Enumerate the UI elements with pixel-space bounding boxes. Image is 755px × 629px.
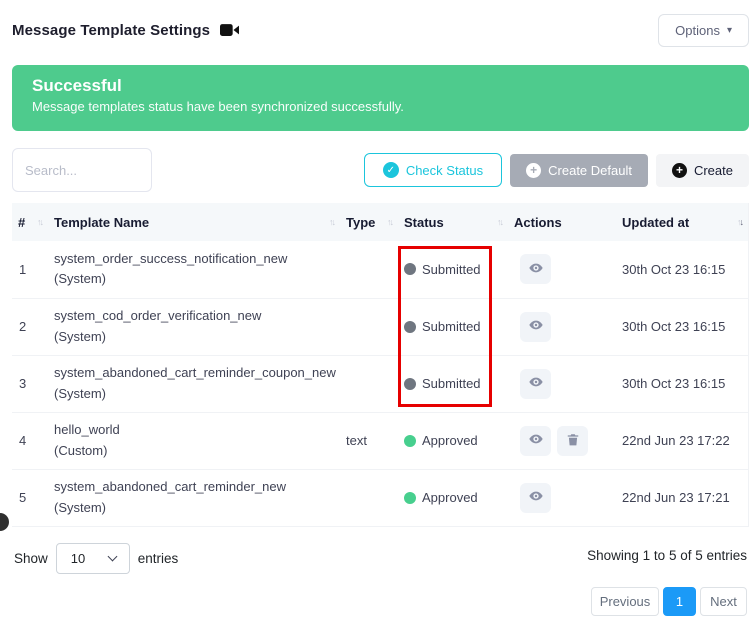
plus-circle-icon: + <box>672 163 687 178</box>
row-index: 2 <box>12 298 48 355</box>
template-name: system_order_success_notification_new(Sy… <box>54 249 334 289</box>
templates-table-wrap: # ↑↓ Template Name ↑↓ Type ↑↓ Status ↑↓ <box>12 203 749 527</box>
create-default-button[interactable]: + Create Default <box>510 154 648 187</box>
template-type <box>340 469 398 526</box>
options-button-label: Options <box>675 23 720 38</box>
template-type <box>340 355 398 412</box>
view-button[interactable] <box>520 426 551 456</box>
page-size-control: Show 10 entries <box>14 543 178 574</box>
column-header-type[interactable]: Type ↑↓ <box>340 203 398 241</box>
column-header-actions: Actions <box>508 203 616 241</box>
create-label: Create <box>694 163 733 178</box>
updated-at: 22nd Jun 23 17:22 <box>616 412 748 469</box>
view-button[interactable] <box>520 254 551 284</box>
template-type <box>340 241 398 298</box>
template-name: system_abandoned_cart_reminder_coupon_ne… <box>54 363 334 403</box>
create-button[interactable]: + Create <box>656 154 749 187</box>
pagination: Previous 1 Next <box>12 587 749 616</box>
table-row: 4 hello_world(Custom) text Approved 22nd… <box>12 412 748 469</box>
plus-circle-icon: + <box>526 163 541 178</box>
status-badge: Approved <box>404 490 502 505</box>
templates-table: # ↑↓ Template Name ↑↓ Type ↑↓ Status ↑↓ <box>12 203 748 527</box>
status-dot-icon <box>404 492 416 504</box>
sort-icon[interactable]: ↑↓ <box>329 217 334 227</box>
create-default-label: Create Default <box>548 163 632 178</box>
status-badge: Submitted <box>404 376 502 391</box>
view-button[interactable] <box>520 483 551 513</box>
updated-at: 22nd Jun 23 17:21 <box>616 469 748 526</box>
success-alert-message: Message templates status have been synch… <box>32 99 729 114</box>
title-wrap: Message Template Settings <box>12 22 239 39</box>
chevron-down-icon <box>107 551 117 561</box>
search-input[interactable] <box>12 148 152 192</box>
caret-down-icon: ▾ <box>727 25 732 36</box>
sort-icon[interactable]: ↑↓ <box>737 217 742 227</box>
status-dot-icon <box>404 435 416 447</box>
row-index: 5 <box>12 469 48 526</box>
page-size-select[interactable]: 10 <box>56 543 130 574</box>
status-dot-icon <box>404 263 416 275</box>
column-header-template-name[interactable]: Template Name ↑↓ <box>48 203 340 241</box>
next-page-button[interactable]: Next <box>700 587 747 616</box>
message-template-settings-page: Message Template Settings Options ▾ Succ… <box>0 0 755 629</box>
success-alert: Successful Message templates status have… <box>12 65 749 131</box>
eye-icon <box>528 260 544 279</box>
template-name: system_abandoned_cart_reminder_new(Syste… <box>54 477 334 517</box>
page-header: Message Template Settings Options ▾ <box>12 0 749 48</box>
template-type <box>340 298 398 355</box>
updated-at: 30th Oct 23 16:15 <box>616 298 748 355</box>
edge-artifact <box>0 513 9 531</box>
status-dot-icon <box>404 378 416 390</box>
page-1-button[interactable]: 1 <box>663 587 696 616</box>
eye-icon <box>528 431 544 450</box>
updated-at: 30th Oct 23 16:15 <box>616 355 748 412</box>
table-row: 3 system_abandoned_cart_reminder_coupon_… <box>12 355 748 412</box>
sort-icon[interactable]: ↑↓ <box>37 217 42 227</box>
toolbar-buttons: ✓ Check Status + Create Default + Create <box>364 153 749 187</box>
eye-icon <box>528 317 544 336</box>
template-name: hello_world(Custom) <box>54 420 334 460</box>
updated-at: 30th Oct 23 16:15 <box>616 241 748 298</box>
eye-icon <box>528 374 544 393</box>
trash-icon <box>566 432 580 450</box>
view-button[interactable] <box>520 312 551 342</box>
entries-label: entries <box>138 551 179 566</box>
status-badge: Approved <box>404 433 502 448</box>
table-row: 1 system_order_success_notification_new(… <box>12 241 748 298</box>
table-footer: Show 10 entries Showing 1 to 5 of 5 entr… <box>12 543 749 574</box>
show-label: Show <box>14 551 48 566</box>
template-name: system_cod_order_verification_new(System… <box>54 306 334 346</box>
table-toolbar: ✓ Check Status + Create Default + Create <box>12 148 749 192</box>
status-badge: Submitted <box>404 262 502 277</box>
video-camera-icon[interactable] <box>220 23 239 37</box>
previous-page-button[interactable]: Previous <box>591 587 659 616</box>
status-dot-icon <box>404 321 416 333</box>
success-alert-title: Successful <box>32 76 729 96</box>
options-button[interactable]: Options ▾ <box>658 14 749 47</box>
table-header-row: # ↑↓ Template Name ↑↓ Type ↑↓ Status ↑↓ <box>12 203 748 241</box>
eye-icon <box>528 488 544 507</box>
table-row: 5 system_abandoned_cart_reminder_new(Sys… <box>12 469 748 526</box>
column-header-status[interactable]: Status ↑↓ <box>398 203 508 241</box>
check-circle-icon: ✓ <box>383 162 399 178</box>
column-header-updated-at[interactable]: Updated at ↑↓ <box>616 203 748 241</box>
column-header-index[interactable]: # ↑↓ <box>12 203 48 241</box>
template-type: text <box>340 412 398 469</box>
page-title: Message Template Settings <box>12 22 210 39</box>
check-status-label: Check Status <box>406 163 483 178</box>
delete-button[interactable] <box>557 426 588 456</box>
row-index: 3 <box>12 355 48 412</box>
sort-icon[interactable]: ↑↓ <box>497 217 502 227</box>
row-index: 1 <box>12 241 48 298</box>
status-badge: Submitted <box>404 319 502 334</box>
entries-summary: Showing 1 to 5 of 5 entries <box>587 543 749 563</box>
sort-icon[interactable]: ↑↓ <box>387 217 392 227</box>
page-size-value: 10 <box>71 551 85 566</box>
check-status-button[interactable]: ✓ Check Status <box>364 153 502 187</box>
view-button[interactable] <box>520 369 551 399</box>
row-index: 4 <box>12 412 48 469</box>
table-row: 2 system_cod_order_verification_new(Syst… <box>12 298 748 355</box>
